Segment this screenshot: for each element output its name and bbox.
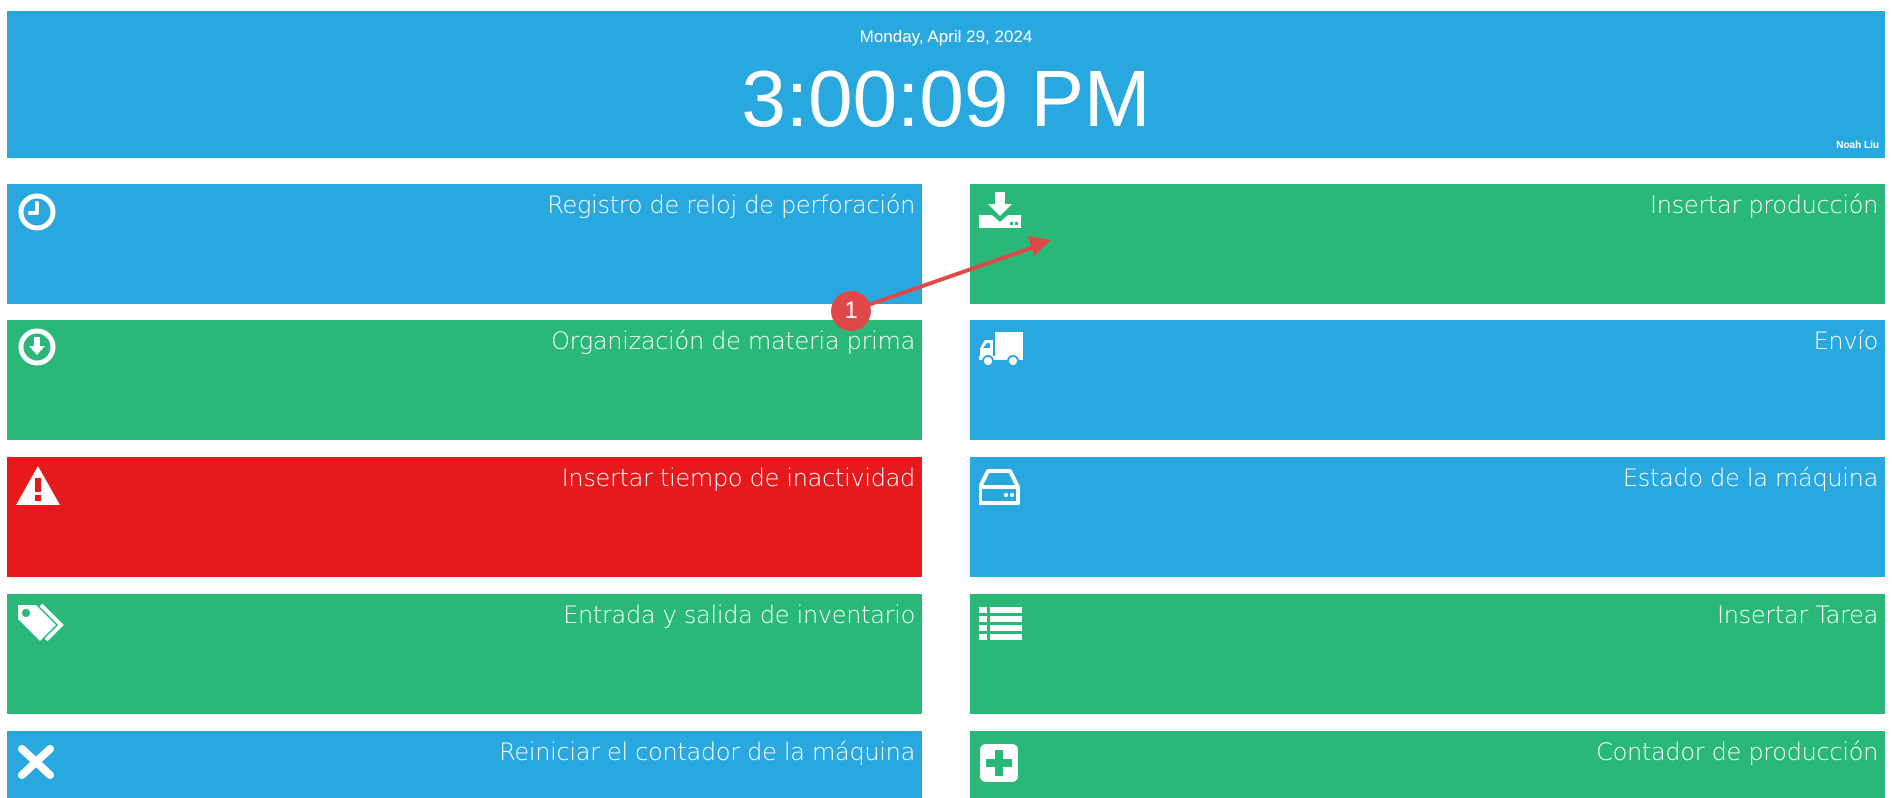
tile-insert-task[interactable]: Insertar Tarea: [970, 594, 1885, 714]
warning-icon: [16, 465, 60, 509]
current-date: Monday, April 29, 2024: [859, 27, 1033, 46]
tile-label: Registro de reloj de perforación: [547, 191, 915, 219]
download-tray-icon: [979, 192, 1023, 236]
tile-production-counter[interactable]: Contador de producción: [970, 731, 1885, 798]
tile-label: Insertar tiempo de inactividad: [561, 464, 916, 492]
tile-label: Contador de producción: [1596, 738, 1878, 766]
tile-label: Envío: [1813, 327, 1879, 355]
clock-icon: [16, 192, 60, 236]
hard-drive-icon: [978, 465, 1023, 509]
tile-label: Entrada y salida de inventario: [563, 601, 915, 629]
plus-square-icon: [979, 739, 1023, 783]
clock-header: Monday, April 29, 2024 3:00:09 PM Noah L…: [7, 11, 1885, 158]
tile-insert-production[interactable]: Insertar producción: [970, 184, 1885, 304]
annotation-badge: 1: [831, 291, 871, 331]
tile-shipping[interactable]: Envío: [970, 320, 1885, 440]
list-icon: [979, 602, 1023, 646]
tile-label: Reiniciar el contador de la máquina: [499, 738, 915, 766]
current-time: 3:00:09 PM: [741, 54, 1151, 143]
truck-icon: [979, 328, 1023, 372]
tile-reset-counter[interactable]: Reiniciar el contador de la máquina: [7, 731, 922, 798]
close-icon: [16, 739, 60, 783]
download-circle-icon: [16, 328, 60, 372]
tile-label: Insertar producción: [1650, 191, 1878, 219]
tile-label: Organización de materia prima: [551, 327, 915, 355]
tile-raw-material[interactable]: Organización de materia prima: [7, 320, 922, 440]
tile-label: Estado de la máquina: [1622, 464, 1878, 492]
tags-icon: [16, 602, 64, 646]
tile-machine-status[interactable]: Estado de la máquina: [970, 457, 1885, 577]
tile-inventory[interactable]: Entrada y salida de inventario: [7, 594, 922, 714]
tile-label: Insertar Tarea: [1716, 601, 1878, 629]
user-name: Noah Liu: [1836, 140, 1879, 151]
tile-punch-clock[interactable]: Registro de reloj de perforación: [7, 184, 922, 304]
tile-downtime[interactable]: Insertar tiempo de inactividad: [7, 457, 922, 577]
